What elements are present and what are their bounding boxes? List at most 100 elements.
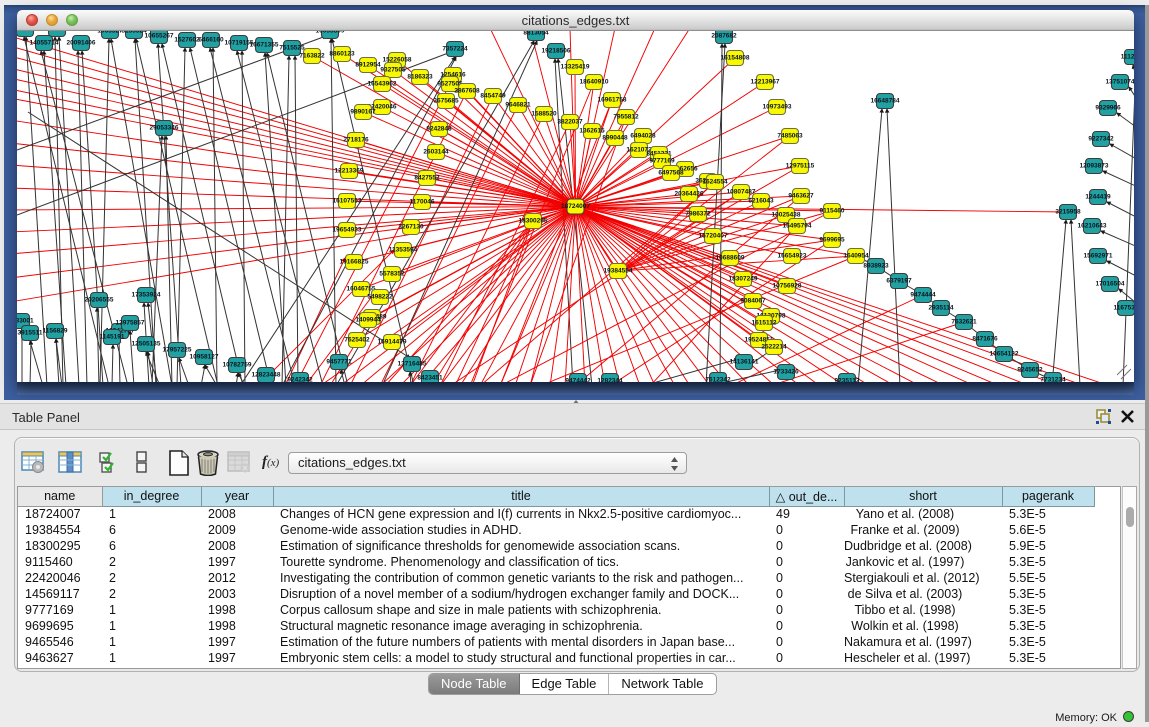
svg-text:10958127: 10958127 [190, 354, 219, 361]
svg-text:5498222: 5498222 [367, 294, 393, 301]
svg-text:8990448: 8990448 [602, 135, 628, 142]
svg-text:1167533: 1167533 [1114, 305, 1134, 312]
svg-text:9463627: 9463627 [788, 193, 814, 200]
svg-text:1409944: 1409944 [355, 317, 381, 324]
svg-text:8471676: 8471676 [972, 336, 998, 343]
svg-text:6466160: 6466160 [198, 37, 224, 44]
svg-text:20091406: 20091406 [67, 40, 96, 47]
svg-text:10025438: 10025438 [772, 212, 801, 219]
svg-text:1244419: 1244419 [1085, 194, 1111, 201]
svg-text:11353594: 11353594 [389, 247, 418, 254]
svg-text:7533001: 7533001 [17, 318, 34, 325]
svg-text:17353924: 17353924 [132, 292, 161, 299]
svg-text:9245652: 9245652 [1017, 367, 1043, 374]
svg-text:17957225: 17957225 [163, 347, 192, 354]
svg-text:9646821: 9646821 [505, 102, 531, 109]
svg-text:7515525: 7515525 [279, 45, 305, 52]
svg-text:29053346: 29053346 [150, 125, 179, 132]
svg-text:7625402: 7625402 [344, 337, 370, 344]
svg-text:1527602: 1527602 [174, 37, 200, 44]
svg-text:14136141: 14136141 [730, 359, 759, 366]
svg-text:8427552: 8427552 [414, 175, 440, 182]
svg-text:12975115: 12975115 [786, 163, 815, 170]
svg-text:3915511: 3915511 [18, 330, 43, 337]
svg-text:1156829: 1156829 [43, 328, 68, 335]
svg-text:3215958: 3215958 [1055, 209, 1081, 216]
svg-text:3267130: 3267130 [398, 224, 424, 231]
svg-text:16543962: 16543962 [368, 81, 397, 88]
svg-text:9890167: 9890167 [350, 109, 376, 116]
svg-text:18307249: 18307249 [729, 276, 758, 283]
svg-text:7485063: 7485063 [777, 133, 803, 140]
svg-text:17016504: 17016504 [1096, 281, 1125, 288]
svg-text:3822037: 3822037 [557, 119, 583, 126]
svg-text:1640954: 1640954 [843, 253, 869, 260]
svg-text:12093873: 12093873 [1080, 163, 1109, 170]
svg-text:6216043: 6216043 [748, 198, 774, 205]
svg-text:9457771: 9457771 [326, 359, 352, 366]
svg-text:1170046: 1170046 [410, 199, 435, 206]
svg-text:19654933: 19654933 [333, 227, 362, 234]
svg-text:7986372: 7986372 [685, 211, 711, 218]
svg-text:1065527: 1065527 [97, 31, 123, 35]
svg-text:6494028: 6494028 [630, 133, 656, 140]
svg-text:9115460: 9115460 [820, 208, 845, 215]
svg-text:6497568: 6497568 [658, 170, 684, 177]
svg-text:2935114: 2935114 [929, 305, 954, 312]
svg-text:9474444: 9474444 [910, 292, 936, 299]
svg-text:10654122: 10654122 [990, 351, 1019, 358]
svg-text:1733426: 1733426 [773, 369, 799, 376]
svg-text:16914479: 16914479 [378, 339, 407, 346]
svg-text:10655267: 10655267 [145, 33, 174, 40]
svg-text:9327505: 9327505 [380, 67, 406, 74]
svg-text:5578352: 5578352 [379, 271, 405, 278]
svg-text:12505135: 12505135 [132, 341, 161, 348]
svg-text:7632621: 7632621 [951, 319, 977, 326]
svg-text:7163822: 7163822 [299, 53, 325, 60]
svg-text:8938923: 8938923 [863, 263, 889, 270]
svg-text:9242848: 9242848 [426, 126, 452, 133]
svg-text:9227342: 9227342 [1088, 136, 1114, 143]
svg-text:10782759: 10782759 [223, 362, 252, 369]
svg-text:9084067: 9084067 [740, 298, 766, 305]
svg-text:2603144: 2603144 [423, 149, 449, 156]
svg-text:18724007: 18724007 [561, 203, 590, 210]
svg-text:7955812: 7955812 [613, 114, 639, 121]
svg-text:1145191: 1145191 [100, 334, 125, 341]
svg-text:8454749: 8454749 [480, 93, 506, 100]
svg-text:8153324: 8153324 [121, 31, 147, 35]
svg-text:16033809: 16033809 [316, 31, 345, 35]
svg-text:18300295: 18300295 [519, 218, 548, 225]
svg-text:16210643: 16210643 [1078, 223, 1107, 230]
svg-text:16648784: 16648784 [871, 98, 900, 105]
svg-text:7731234: 7731234 [1040, 377, 1066, 383]
svg-text:8186323: 8186323 [407, 74, 433, 81]
svg-text:20364436: 20364436 [675, 191, 704, 198]
svg-text:10807487: 10807487 [727, 189, 756, 196]
svg-text:2087682: 2087682 [711, 33, 737, 40]
svg-text:9235112: 9235112 [835, 378, 860, 383]
svg-text:7357224: 7357224 [442, 46, 468, 53]
svg-text:3675685: 3675685 [433, 98, 459, 105]
svg-text:1588520: 1588520 [531, 111, 557, 118]
svg-text:12823448: 12823448 [252, 372, 281, 379]
svg-text:14055714: 14055714 [30, 40, 59, 47]
svg-text:13975857: 13975857 [116, 320, 145, 327]
svg-text:1615112: 1615112 [752, 320, 777, 327]
svg-text:8224562: 8224562 [17, 31, 38, 33]
svg-text:13325419: 13325419 [561, 64, 590, 71]
svg-text:16107553: 16107553 [333, 198, 362, 205]
svg-text:15720407: 15720407 [699, 233, 728, 240]
svg-text:13751074: 13751074 [1106, 79, 1134, 86]
svg-text:6379197: 6379197 [886, 278, 912, 285]
svg-text:8860123: 8860123 [329, 51, 355, 58]
svg-text:1282344: 1282344 [597, 378, 623, 383]
svg-text:10688609: 10688609 [716, 255, 745, 262]
svg-text:8813054: 8813054 [523, 31, 549, 37]
svg-text:1362615: 1362615 [579, 128, 605, 135]
svg-text:19166825: 19166825 [340, 259, 369, 266]
svg-text:2867608: 2867608 [454, 88, 480, 95]
svg-text:7612342: 7612342 [705, 377, 731, 383]
svg-text:18640910: 18640910 [580, 79, 609, 86]
svg-text:16961758: 16961758 [598, 97, 627, 104]
